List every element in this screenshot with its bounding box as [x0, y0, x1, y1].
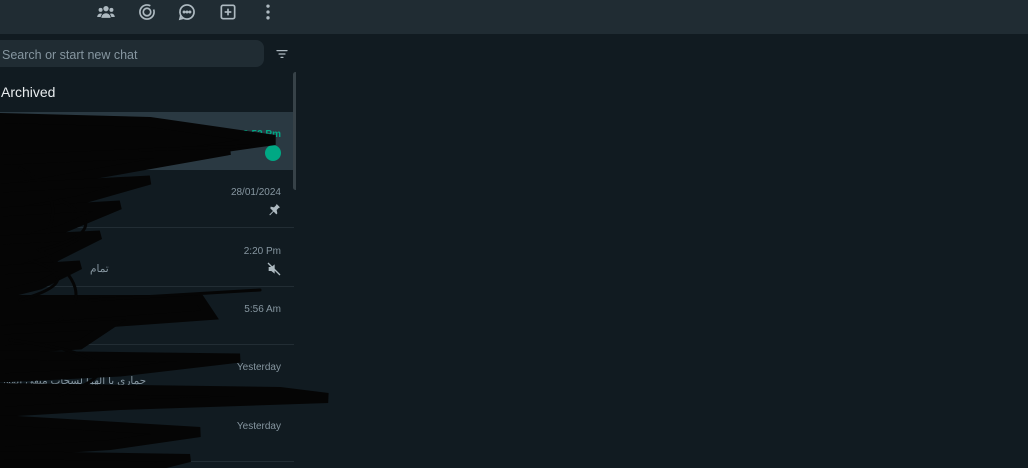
new-chat-icon[interactable] — [215, 0, 241, 24]
channels-icon[interactable] — [174, 0, 200, 24]
sidebar-header — [0, 0, 1028, 34]
divider — [0, 461, 294, 462]
filter-icon[interactable] — [272, 44, 292, 64]
search-box — [0, 40, 264, 69]
chat-preview: حماري يا الهوا لسحاب منهي الهوا — [3, 375, 147, 387]
search-input[interactable] — [0, 40, 254, 69]
chat-row[interactable]: Yesterday You react — [0, 404, 294, 462]
main-panel — [296, 34, 1028, 468]
unread-badge — [265, 145, 281, 161]
status-icon[interactable] — [134, 0, 160, 24]
communities-icon[interactable] — [93, 0, 119, 24]
chat-preview: You react — [3, 433, 47, 445]
chat-time: 5:56 Am — [244, 304, 281, 315]
divider — [0, 227, 294, 228]
pin-icon — [269, 204, 280, 216]
archived-row[interactable]: Archived — [0, 74, 292, 110]
chat-row[interactable]: Yesterday حماري يا الهوا لسحاب منهي الهو… — [0, 345, 294, 403]
menu-icon[interactable] — [255, 0, 281, 24]
chat-row[interactable]: 28/01/2024 — [0, 170, 294, 228]
chat-time: 12:52 Pm — [237, 129, 281, 140]
whatsapp-window: Archived 12:52 Pm 28/01/2024 2:20 Pm تما… — [0, 0, 1028, 468]
chat-time: 28/01/2024 — [230, 187, 281, 198]
chat-row[interactable]: 5:56 Am — [0, 287, 294, 345]
chat-sidebar: Archived 12:52 Pm 28/01/2024 2:20 Pm تما… — [0, 34, 296, 468]
muted-icon — [267, 262, 281, 276]
chat-time: Yesterday — [236, 362, 281, 373]
chat-row[interactable]: 12:52 Pm — [0, 112, 294, 170]
archived-label: Archived — [1, 84, 56, 100]
divider — [0, 402, 294, 403]
chat-preview: تمام — [90, 263, 109, 275]
chat-time: 2:20 Pm — [243, 246, 281, 257]
chat-row[interactable]: 2:20 Pm تمام — [0, 229, 294, 287]
chat-time: Yesterday — [236, 421, 281, 432]
